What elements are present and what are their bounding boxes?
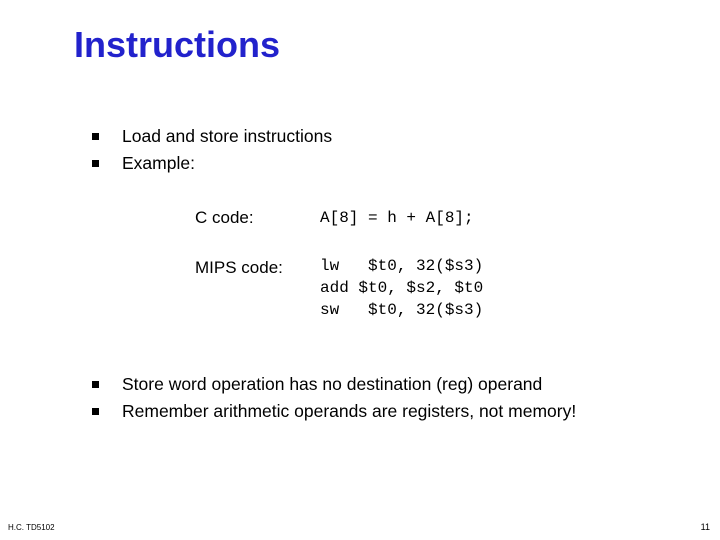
list-item: Load and store instructions bbox=[92, 124, 672, 149]
mips-code-line: sw $t0, 32($s3) bbox=[320, 301, 484, 319]
bullet-square-icon bbox=[92, 372, 122, 397]
bullet-text: Remember arithmetic operands are registe… bbox=[122, 401, 577, 421]
c-code-text: A[8] = h + A[8]; bbox=[320, 209, 474, 227]
c-code-row: C code: A[8] = h + A[8]; bbox=[195, 205, 483, 231]
page-number: 11 bbox=[700, 522, 710, 532]
bullet-list-top: Load and store instructions Example: bbox=[92, 124, 672, 178]
bullet-square-icon bbox=[92, 151, 122, 176]
list-item: Example: bbox=[92, 151, 672, 176]
bullet-list-bottom: Store word operation has no destination … bbox=[92, 372, 692, 426]
list-item: Remember arithmetic operands are registe… bbox=[92, 399, 692, 424]
bullet-text: Example: bbox=[122, 153, 195, 173]
bullet-text: Store word operation has no destination … bbox=[122, 374, 543, 394]
bullet-square-icon bbox=[92, 399, 122, 424]
code-example: C code: A[8] = h + A[8]; MIPS code: lw $… bbox=[195, 205, 483, 321]
bullet-text: Load and store instructions bbox=[122, 126, 333, 146]
page-title: Instructions bbox=[74, 24, 281, 65]
mips-code-lines: lw $t0, 32($s3) add $t0, $s2, $t0 sw $t0… bbox=[320, 255, 483, 321]
footer-source: H.C. TD5102 bbox=[8, 523, 55, 532]
list-item: Store word operation has no destination … bbox=[92, 372, 692, 397]
mips-code-row: MIPS code: lw $t0, 32($s3) add $t0, $s2,… bbox=[195, 255, 483, 321]
mips-code-line: lw $t0, 32($s3) bbox=[320, 257, 484, 275]
bullet-square-icon bbox=[92, 124, 122, 149]
slide: Instructions Load and store instructions… bbox=[0, 0, 720, 540]
c-code-label: C code: bbox=[195, 208, 254, 227]
mips-code-label: MIPS code: bbox=[195, 258, 283, 277]
mips-code-line: add $t0, $s2, $t0 bbox=[320, 279, 484, 297]
